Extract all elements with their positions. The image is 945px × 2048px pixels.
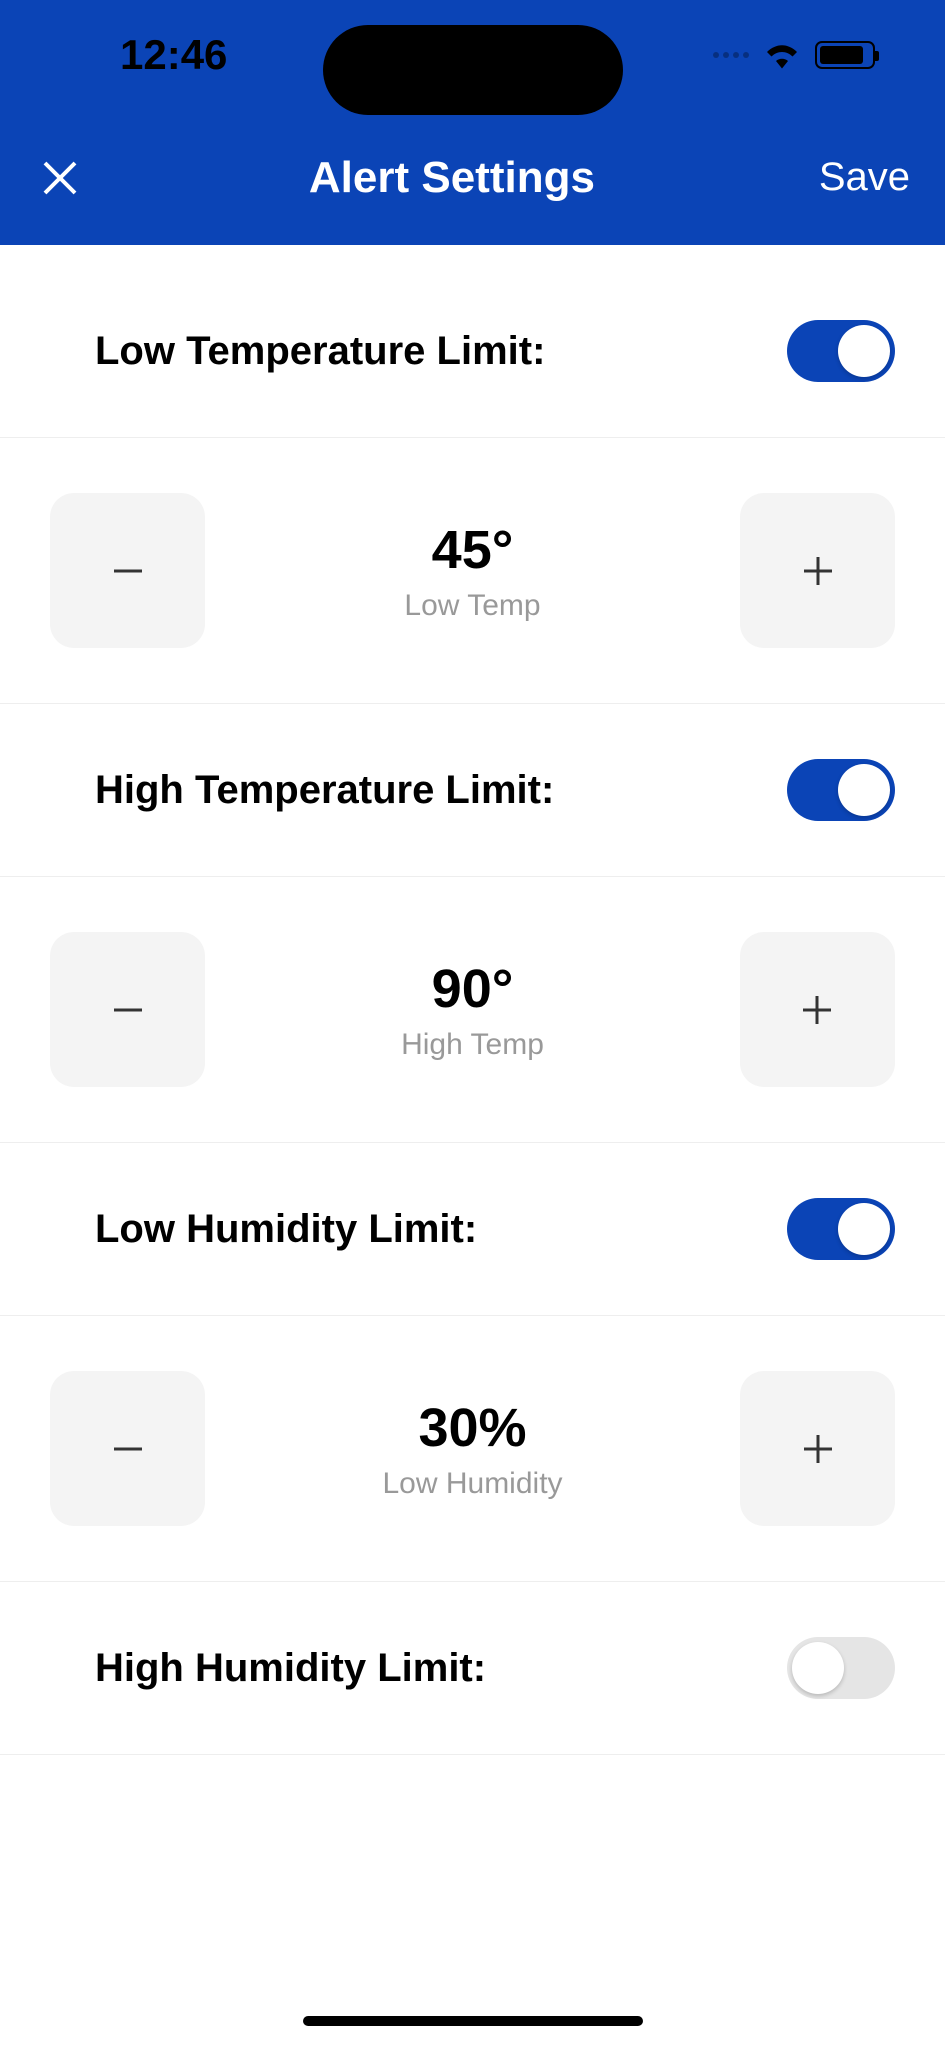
page-title: Alert Settings bbox=[309, 153, 595, 203]
minus-icon bbox=[110, 992, 146, 1028]
low-temp-stepper: 45° Low Temp bbox=[0, 438, 945, 704]
high-temp-value: 90° bbox=[401, 958, 544, 1020]
plus-icon bbox=[799, 992, 835, 1028]
close-button[interactable] bbox=[35, 158, 85, 198]
high-humidity-limit-row: High Humidity Limit: bbox=[0, 1582, 945, 1755]
high-temp-decrease-button[interactable] bbox=[50, 932, 205, 1087]
low-humidity-limit-toggle[interactable] bbox=[787, 1198, 895, 1260]
nav-bar: Alert Settings Save bbox=[0, 110, 945, 245]
content: Low Temperature Limit: 45° Low Temp High… bbox=[0, 245, 945, 1755]
high-temp-caption: High Temp bbox=[401, 1028, 544, 1062]
low-temp-limit-label: Low Temperature Limit: bbox=[95, 329, 545, 374]
high-temp-stepper: 90° High Temp bbox=[0, 877, 945, 1143]
low-humidity-stepper: 30% Low Humidity bbox=[0, 1316, 945, 1582]
low-temp-decrease-button[interactable] bbox=[50, 493, 205, 648]
high-temp-limit-label: High Temperature Limit: bbox=[95, 768, 554, 813]
signal-dots-icon bbox=[713, 52, 749, 58]
high-humidity-limit-label: High Humidity Limit: bbox=[95, 1646, 486, 1691]
minus-icon bbox=[110, 1431, 146, 1467]
wifi-icon bbox=[764, 41, 800, 69]
low-humidity-value: 30% bbox=[382, 1397, 562, 1459]
low-temp-value-display: 45° Low Temp bbox=[404, 519, 540, 623]
high-temp-limit-toggle[interactable] bbox=[787, 759, 895, 821]
low-temp-value: 45° bbox=[404, 519, 540, 581]
dynamic-island bbox=[323, 25, 623, 115]
plus-icon bbox=[800, 1431, 836, 1467]
low-humidity-value-display: 30% Low Humidity bbox=[382, 1397, 562, 1501]
home-indicator[interactable] bbox=[303, 2016, 643, 2026]
low-humidity-limit-row: Low Humidity Limit: bbox=[0, 1143, 945, 1316]
low-humidity-increase-button[interactable] bbox=[740, 1371, 895, 1526]
status-bar: 12:46 bbox=[0, 0, 945, 110]
battery-icon bbox=[815, 41, 875, 69]
minus-icon bbox=[110, 553, 146, 589]
high-humidity-limit-toggle[interactable] bbox=[787, 1637, 895, 1699]
plus-icon bbox=[800, 553, 836, 589]
high-temp-increase-button[interactable] bbox=[740, 932, 895, 1087]
low-temp-increase-button[interactable] bbox=[740, 493, 895, 648]
low-temp-limit-row: Low Temperature Limit: bbox=[0, 245, 945, 438]
status-time: 12:46 bbox=[120, 31, 227, 79]
high-temp-value-display: 90° High Temp bbox=[401, 958, 544, 1062]
close-icon bbox=[40, 158, 80, 198]
high-temp-limit-row: High Temperature Limit: bbox=[0, 704, 945, 877]
low-humidity-caption: Low Humidity bbox=[382, 1467, 562, 1501]
status-right bbox=[713, 41, 875, 69]
low-humidity-decrease-button[interactable] bbox=[50, 1371, 205, 1526]
low-temp-caption: Low Temp bbox=[404, 589, 540, 623]
low-humidity-limit-label: Low Humidity Limit: bbox=[95, 1207, 477, 1252]
save-button[interactable]: Save bbox=[819, 155, 910, 200]
low-temp-limit-toggle[interactable] bbox=[787, 320, 895, 382]
